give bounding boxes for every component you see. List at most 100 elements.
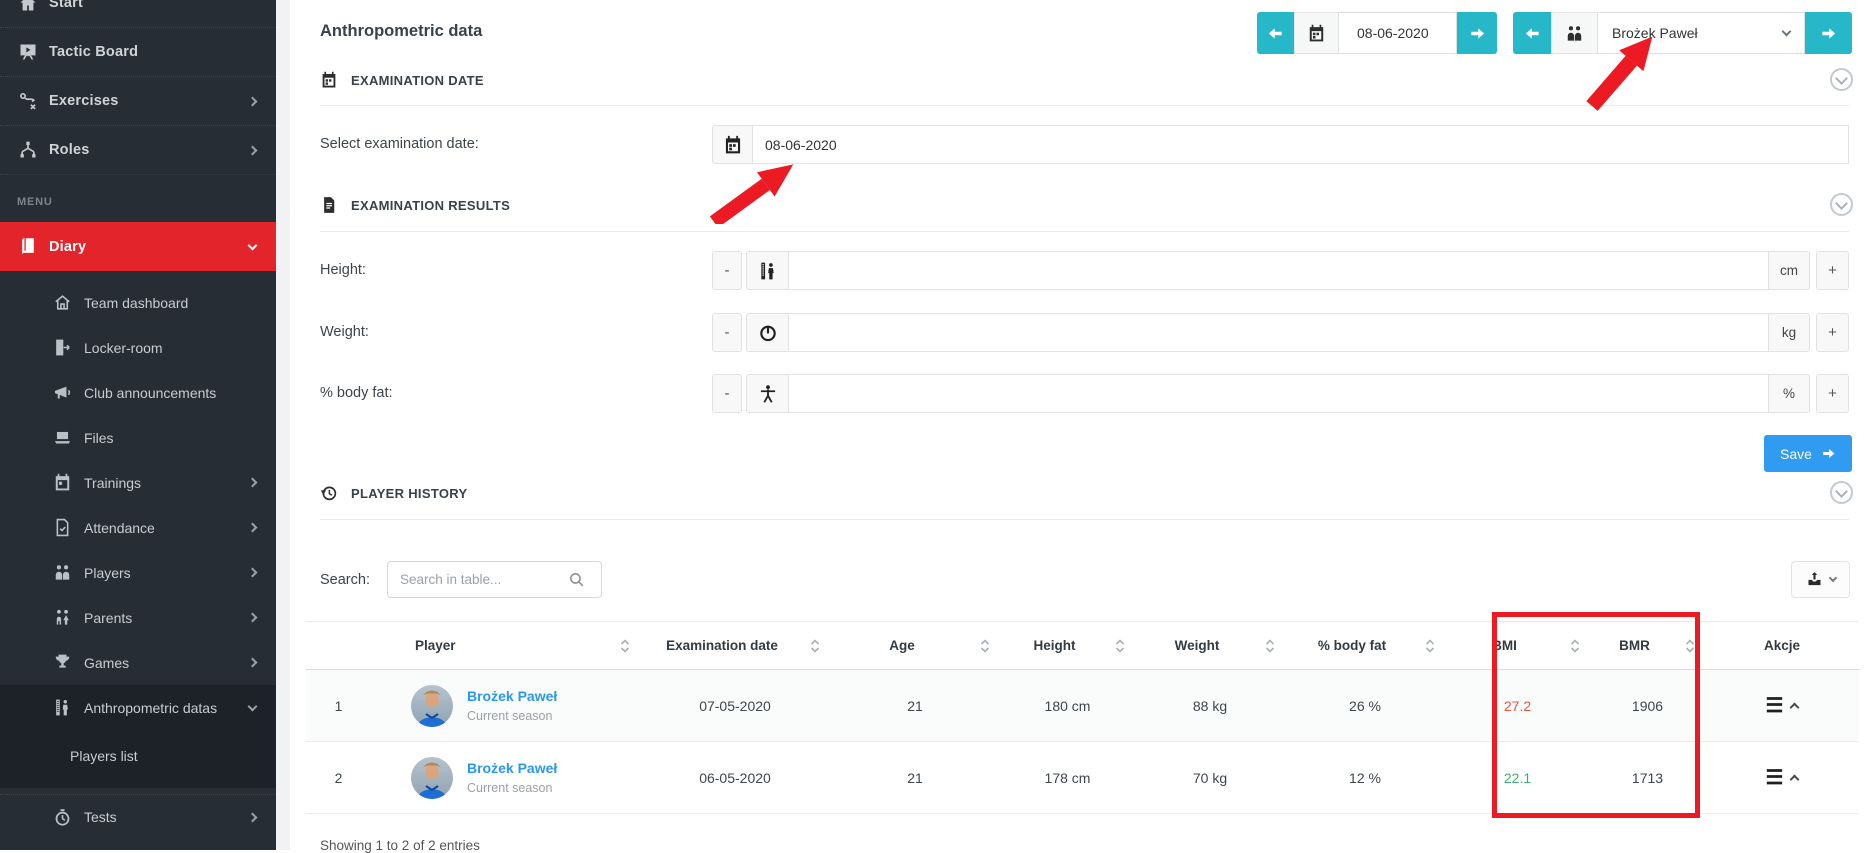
sort-icon[interactable] [810,639,820,653]
chevron-right-icon [248,658,258,668]
chevron-right-icon [248,812,258,822]
sidebar-item-trainings[interactable]: Trainings [0,460,276,505]
examination-results-header: EXAMINATION RESULTS [320,196,510,214]
sidebar-item-parents[interactable]: Parents [0,595,276,640]
chevron-down-icon [248,240,258,250]
sidebar-item-locker-room[interactable]: Locker-room [0,325,276,370]
sidebar-item-start[interactable]: Start [0,0,276,27]
column-header-player[interactable]: Player [371,622,640,670]
date-navigation: 08-06-2020 [1257,12,1497,54]
player-history-table: Player Examination date Age Height Weigh… [306,621,1859,814]
body-fat-decrement-button[interactable]: - [712,374,742,413]
section-title: EXAMINATION RESULTS [351,198,510,213]
weight-decrement-button[interactable]: - [712,313,742,352]
column-header-age[interactable]: Age [830,622,1000,670]
sidebar-item-files[interactable]: Files [0,415,276,460]
cell-weight: 88 kg [1135,670,1285,742]
previous-player-button[interactable] [1513,12,1551,54]
sidebar-item-players-list[interactable]: Players list [0,730,276,782]
chevron-down-icon [1828,574,1836,582]
sort-icon[interactable] [980,639,990,653]
arrow-left-icon [1524,25,1541,42]
weight-icon [746,313,789,352]
examination-date-input[interactable] [753,125,1849,164]
sidebar-item-label: Games [84,655,129,671]
column-header-bmi[interactable]: BMI [1445,622,1590,670]
sidebar-item-anthropometric-datas[interactable]: Anthropometric datas [0,685,276,730]
sort-icon[interactable] [1115,639,1125,653]
column-header-examination-date[interactable]: Examination date [640,622,830,670]
body-fat-group: - % + [712,374,1849,413]
sidebar-item-label: Roles [49,142,90,158]
collapse-player-history-button[interactable] [1830,481,1853,504]
main-content: Anthropometric data 08-06-2020 Brożek Pa… [290,0,1873,850]
roles-icon [17,140,39,160]
player-link[interactable]: Brożek Paweł [467,760,557,776]
column-label: % body fat [1318,638,1386,653]
column-label: BMI [1492,638,1517,653]
player-cell: Brożek Paweł Current season [371,757,640,799]
sort-icon[interactable] [1425,639,1435,653]
save-label: Save [1780,446,1812,462]
next-date-button[interactable] [1457,12,1497,54]
collapse-examination-results-button[interactable] [1830,193,1853,216]
sidebar-item-tests[interactable]: Tests [0,794,276,839]
collapse-examination-date-button[interactable] [1830,68,1853,91]
sidebar-item-attendance[interactable]: Attendance [0,505,276,550]
sort-icon[interactable] [1570,639,1580,653]
sort-icon[interactable] [1685,639,1695,653]
diary-icon [17,237,39,257]
player-link[interactable]: Brożek Paweł [467,688,557,704]
examination-date-header: EXAMINATION DATE [320,71,484,89]
body-fat-increment-button[interactable]: + [1816,374,1849,413]
column-label: Player [415,638,456,653]
sidebar-item-players[interactable]: Players [0,550,276,595]
sidebar-item-club-announcements[interactable]: Club announcements [0,370,276,415]
previous-date-button[interactable] [1257,12,1294,54]
chevron-up-icon [1790,775,1800,785]
examination-date-group [712,125,1849,164]
page-title: Anthropometric data [320,22,482,41]
height-decrement-button[interactable]: - [712,251,742,290]
height-input[interactable] [789,251,1769,290]
table-row: 1 Brożek Paweł Current season 07-05-2020… [306,670,1859,742]
next-player-button[interactable] [1805,12,1852,54]
height-increment-button[interactable]: + [1816,251,1849,290]
sidebar-item-games[interactable]: Games [0,640,276,685]
weight-increment-button[interactable]: + [1816,313,1849,352]
sidebar-item-exercises[interactable]: Exercises [0,76,276,125]
weight-input[interactable] [789,313,1769,352]
sidebar-item-team-dashboard[interactable]: Team dashboard [0,280,276,325]
home-icon [17,0,39,13]
export-icon [1806,571,1823,588]
chevron-right-icon [248,145,258,155]
sidebar-item-diary[interactable]: Diary [0,222,276,271]
sidebar-item-tactic-board[interactable]: Tactic Board [0,27,276,76]
body-fat-label: % body fat: [320,385,393,401]
column-header-body-fat[interactable]: % body fat [1285,622,1445,670]
row-actions-button[interactable]: ☰ [1705,768,1859,788]
body-fat-input[interactable] [789,374,1769,413]
date-nav-value[interactable]: 08-06-2020 [1339,12,1457,54]
column-label: BMR [1619,638,1650,653]
hamburger-icon: ☰ [1766,768,1784,788]
column-header-weight[interactable]: Weight [1135,622,1285,670]
column-header-bmr[interactable]: BMR [1590,622,1705,670]
arrow-right-icon [1469,25,1486,42]
table-row: 2 Brożek Paweł Current season 06-05-2020… [306,742,1859,814]
sidebar-item-roles[interactable]: Roles [0,125,276,174]
export-button[interactable] [1791,561,1850,598]
sort-icon[interactable] [620,639,630,653]
player-select[interactable]: Brożek Paweł [1598,12,1805,54]
divider [320,105,1849,106]
cell-examination-date: 07-05-2020 [640,670,830,742]
history-icon [320,484,338,502]
row-actions-button[interactable]: ☰ [1705,696,1859,716]
column-header-height[interactable]: Height [1000,622,1135,670]
cell-body-fat: 12 % [1285,742,1445,814]
save-button[interactable]: Save [1764,435,1852,472]
attendance-icon [52,518,72,538]
sort-icon[interactable] [1265,639,1275,653]
document-icon [320,196,338,214]
height-label: Height: [320,262,366,278]
